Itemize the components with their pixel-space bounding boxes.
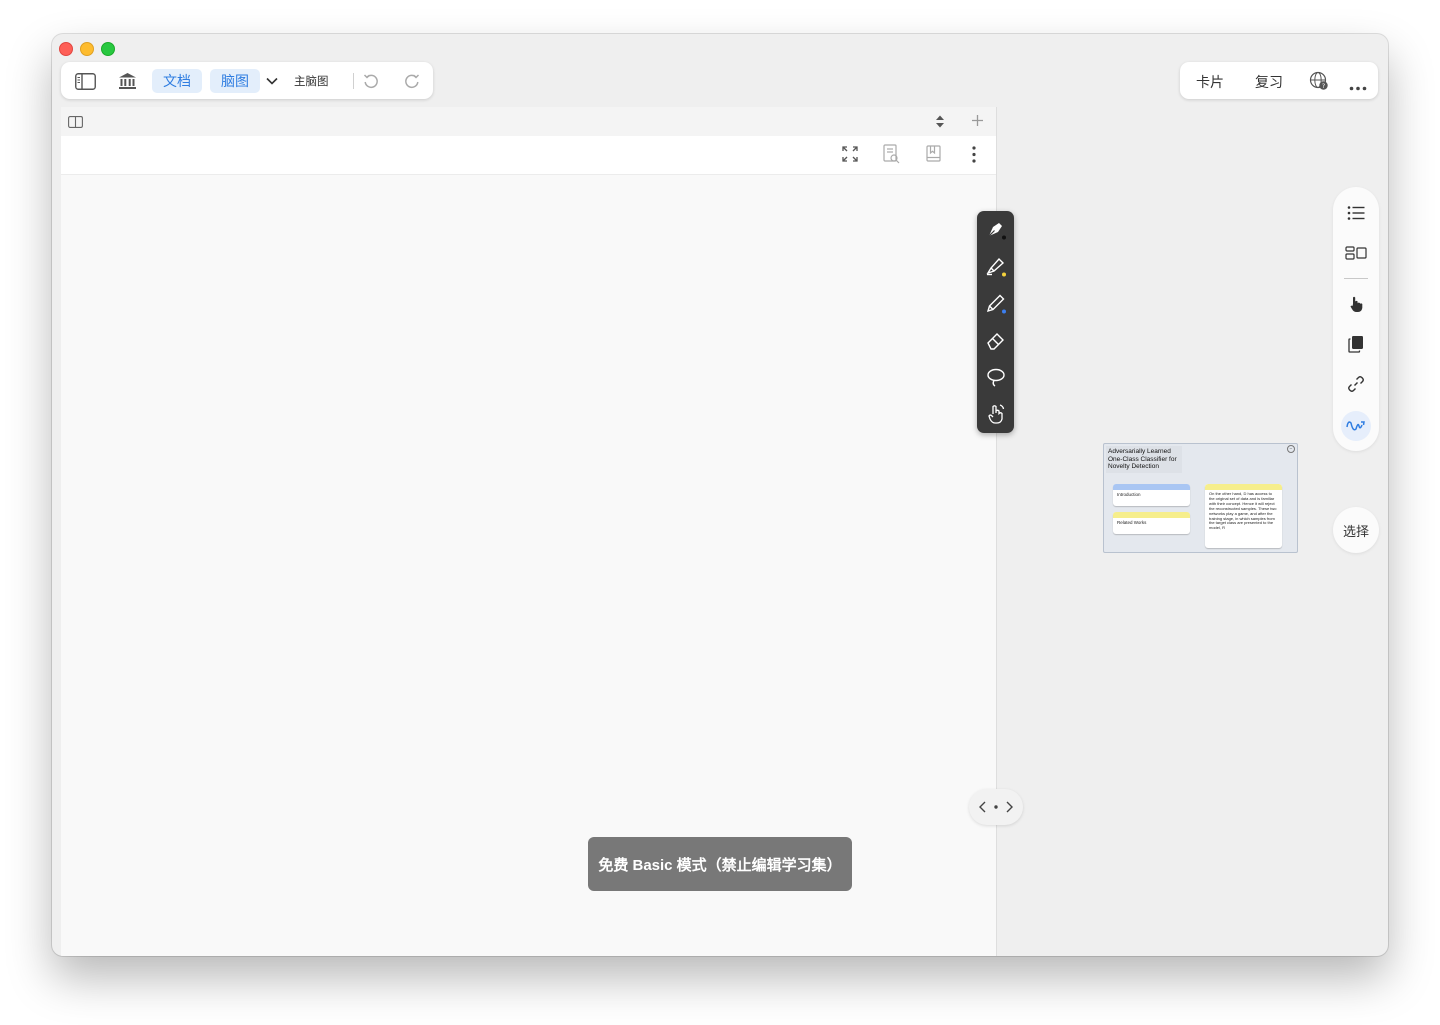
mindmap-note[interactable]: On the other hand, D has access to the o… [1205,484,1282,548]
more-options-icon[interactable] [1349,78,1367,91]
highlighter-icon[interactable] [983,253,1008,278]
link-icon[interactable] [1344,372,1368,396]
rail-divider [1344,278,1368,279]
fountain-pen-icon[interactable] [983,216,1008,241]
mindmap-preview[interactable]: Adversarially Learned One-Class Classifi… [1103,443,1298,553]
review-button[interactable]: 复习 [1255,72,1283,92]
pen-toolbar [977,211,1014,433]
close-window-button[interactable] [59,42,73,56]
window-controls [59,42,115,56]
app-window: 文档 脑图 主脑图 卡片 复习 ? 免费 Basic 模式（禁止编辑学习集） 选… [52,34,1388,956]
hand-pointer-icon[interactable] [983,401,1008,426]
sort-arrows-icon[interactable] [935,115,945,133]
bookmark-book-icon[interactable] [926,145,941,167]
document-toolbar [61,136,996,175]
redo-icon[interactable] [401,70,423,92]
top-right-toolbar: 卡片 复习 ? [1180,62,1378,99]
pencil-icon[interactable] [983,290,1008,315]
minimize-window-button[interactable] [80,42,94,56]
copy-pages-icon[interactable] [1344,332,1368,356]
view-nav-toggle[interactable] [969,789,1023,825]
chevron-down-icon[interactable] [265,70,279,92]
mindmap-root-title: Adversarially Learned One-Class Classifi… [1106,446,1182,473]
freehand-curve-icon[interactable] [1341,411,1371,441]
layout-cards-icon[interactable] [1344,241,1368,265]
basic-mode-toast: 免费 Basic 模式（禁止编辑学习集） [588,837,852,891]
svg-text:?: ? [1322,82,1325,90]
document-more-icon[interactable] [972,146,976,168]
lasso-icon[interactable] [983,364,1008,389]
hand-tool-icon[interactable] [1344,292,1368,316]
document-panel [61,107,997,956]
cards-button[interactable]: 卡片 [1196,72,1224,92]
zoom-window-button[interactable] [101,42,115,56]
mindmap-node[interactable]: Introduction [1113,484,1190,506]
mindmap-node[interactable]: Related Works [1113,512,1190,534]
add-tab-icon[interactable] [971,114,984,132]
outline-list-icon[interactable] [1344,201,1368,225]
collapse-icon[interactable]: − [1287,445,1295,453]
tab-document[interactable]: 文档 [152,69,202,93]
document-search-icon[interactable] [883,144,900,169]
mindmap-selector[interactable]: 主脑图 [294,73,329,89]
undo-icon[interactable] [360,70,382,92]
toolbar-divider [353,73,354,89]
sidebar-toggle-icon[interactable] [74,70,96,92]
main-toolbar: 文档 脑图 主脑图 [61,62,433,99]
eraser-icon[interactable] [983,327,1008,352]
fullscreen-icon[interactable] [842,146,858,167]
web-help-icon[interactable]: ? [1309,71,1329,91]
split-view-icon[interactable] [68,115,83,133]
tab-mindmap[interactable]: 脑图 [210,69,260,93]
right-tool-rail [1333,187,1379,451]
library-icon[interactable] [116,70,138,92]
select-button[interactable]: 选择 [1333,507,1379,553]
document-tab-bar [61,107,996,136]
